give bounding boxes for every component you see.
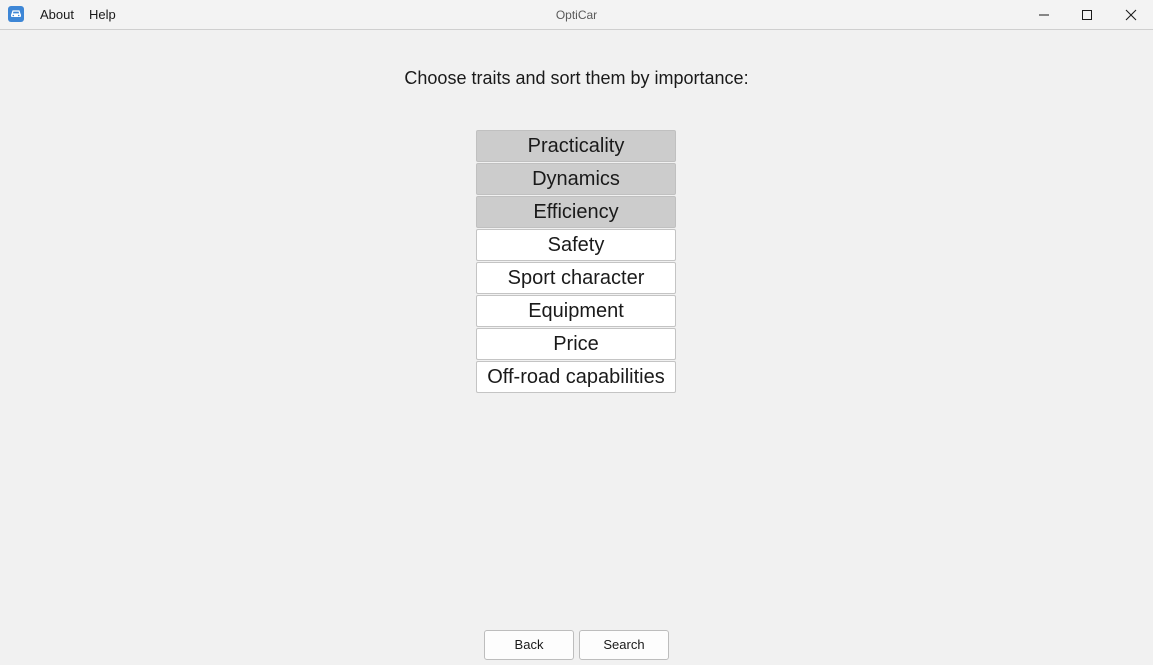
minimize-button[interactable]	[1021, 0, 1067, 29]
trait-item[interactable]: Dynamics	[476, 163, 676, 195]
back-button[interactable]: Back	[484, 630, 574, 660]
trait-item[interactable]: Off-road capabilities	[476, 361, 676, 393]
trait-item[interactable]: Efficiency	[476, 196, 676, 228]
trait-item[interactable]: Equipment	[476, 295, 676, 327]
trait-item[interactable]: Safety	[476, 229, 676, 261]
search-button[interactable]: Search	[579, 630, 669, 660]
trait-item[interactable]: Sport character	[476, 262, 676, 294]
car-icon	[8, 6, 24, 22]
close-icon	[1125, 9, 1137, 20]
trait-list: Practicality Dynamics Efficiency Safety …	[476, 130, 676, 394]
minimize-icon	[1039, 14, 1049, 15]
menu-about[interactable]: About	[40, 7, 74, 22]
trait-item[interactable]: Practicality	[476, 130, 676, 162]
title-bar: About Help OptiCar	[0, 0, 1153, 30]
menu-help[interactable]: Help	[89, 7, 116, 22]
trait-item[interactable]: Price	[476, 328, 676, 360]
instruction-text: Choose traits and sort them by importanc…	[404, 68, 749, 88]
app-window: About Help OptiCar Choose traits and sor…	[0, 0, 1153, 665]
maximize-button[interactable]	[1064, 0, 1110, 29]
maximize-icon	[1082, 9, 1092, 20]
close-button[interactable]	[1108, 0, 1153, 29]
window-title: OptiCar	[555, 8, 598, 22]
